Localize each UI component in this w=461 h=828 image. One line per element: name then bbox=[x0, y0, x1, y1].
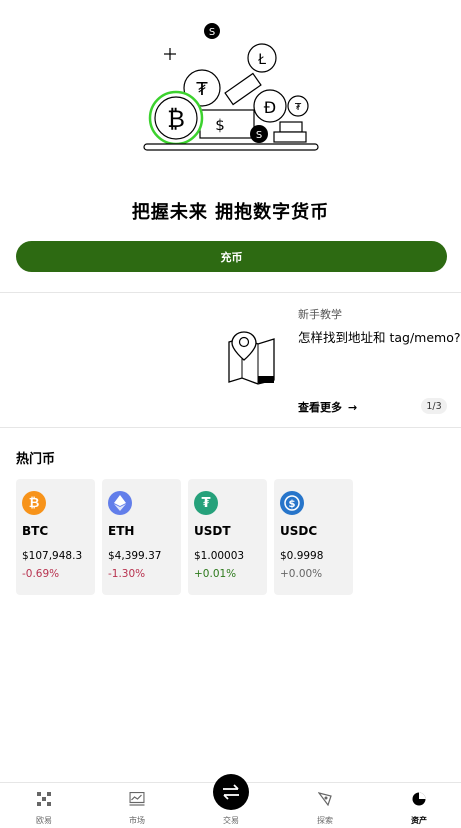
divider bbox=[0, 427, 461, 428]
nav-label: 资产 bbox=[411, 816, 427, 825]
pie-icon bbox=[412, 792, 426, 806]
nav-label: 探索 bbox=[317, 816, 333, 825]
coin-price: $4,399.37 bbox=[108, 550, 162, 562]
coin-card-usdc[interactable]: $ USDC $0.9998 +0.00% bbox=[274, 479, 353, 595]
svg-text:₿: ₿ bbox=[167, 105, 185, 133]
coin-card-eth[interactable]: ETH $4,399.37 -1.30% bbox=[102, 479, 181, 595]
nav-item-okx[interactable]: 欧易 bbox=[14, 783, 74, 828]
ethereum-icon bbox=[108, 491, 132, 515]
svg-text:S: S bbox=[209, 27, 215, 38]
svg-text:$: $ bbox=[215, 116, 225, 134]
divider bbox=[0, 292, 461, 293]
logo-icon bbox=[37, 792, 51, 806]
coin-change: +0.00% bbox=[280, 568, 323, 580]
coins-illustration: S Ł ₮ Đ ₮ $ S ₿ bbox=[143, 23, 319, 151]
svg-text:Ł: Ł bbox=[257, 52, 266, 68]
coin-change: +0.01% bbox=[194, 568, 237, 580]
explore-icon bbox=[318, 792, 332, 806]
coin-card-usdt[interactable]: ₮ USDT $1.00003 +0.01% bbox=[188, 479, 267, 595]
swap-icon bbox=[223, 784, 239, 800]
nav-item-market[interactable]: 市场 bbox=[107, 783, 167, 828]
page-indicator: 1/3 bbox=[421, 398, 447, 414]
bitcoin-icon: ₿ bbox=[22, 491, 46, 515]
svg-text:₮: ₮ bbox=[196, 79, 208, 100]
tutorial-title: 新手教学 bbox=[298, 308, 342, 321]
svg-text:$: $ bbox=[289, 499, 296, 510]
map-pin-icon bbox=[228, 331, 275, 385]
coin-price: $0.9998 bbox=[280, 550, 324, 562]
usdc-icon: $ bbox=[280, 491, 304, 515]
deposit-button[interactable]: 充币 bbox=[16, 241, 447, 272]
nav-label: 欧易 bbox=[36, 816, 52, 825]
nav-label: 市场 bbox=[129, 816, 145, 825]
nav-item-explore[interactable]: 探索 bbox=[295, 783, 355, 828]
svg-text:S: S bbox=[256, 130, 262, 141]
coin-price: $1.00003 bbox=[194, 550, 245, 562]
tether-icon: ₮ bbox=[194, 491, 218, 515]
coin-change: -0.69% bbox=[22, 568, 60, 580]
chart-icon bbox=[129, 792, 145, 806]
coin-price: $107,948.3 bbox=[22, 550, 83, 562]
coin-symbol: USDT bbox=[194, 524, 231, 538]
nav-label: 交易 bbox=[223, 816, 239, 825]
coin-card-btc[interactable]: ₿ BTC $107,948.3 -0.69% bbox=[16, 479, 95, 595]
see-more-link[interactable]: 查看更多 → bbox=[298, 399, 357, 415]
see-more-label: 查看更多 bbox=[298, 401, 342, 414]
nav-item-assets[interactable]: 资产 bbox=[389, 783, 449, 828]
svg-text:₮: ₮ bbox=[295, 102, 302, 113]
svg-text:Đ: Đ bbox=[264, 98, 276, 117]
coin-change: -1.30% bbox=[108, 568, 146, 580]
trade-button[interactable] bbox=[213, 774, 249, 810]
coin-symbol: ETH bbox=[108, 524, 135, 538]
arrow-right-icon: → bbox=[348, 400, 358, 414]
tutorial-question: 怎样找到地址和 tag/memo? bbox=[298, 330, 461, 345]
coin-symbol: USDC bbox=[280, 524, 318, 538]
hero-headline: 把握未来 拥抱数字货币 bbox=[131, 202, 330, 223]
hero-illustration: S Ł ₮ Đ ₮ $ S ₿ bbox=[0, 0, 461, 200]
coin-symbol: BTC bbox=[22, 524, 49, 538]
hot-coins-title: 热门币 bbox=[16, 452, 56, 467]
